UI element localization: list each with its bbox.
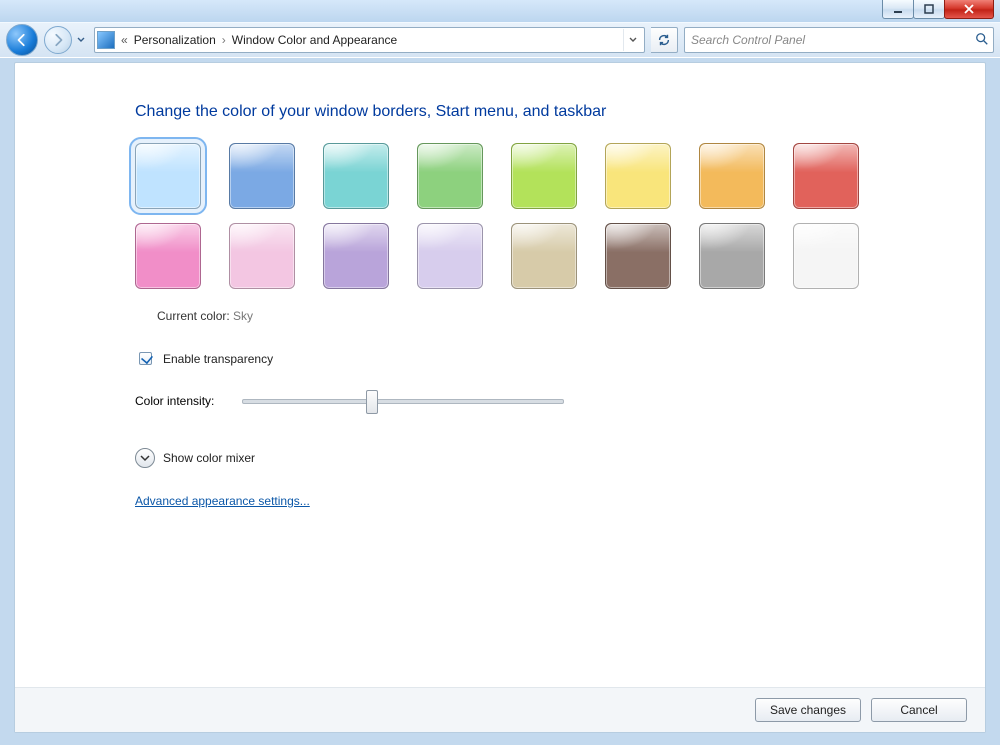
refresh-icon [657,33,671,47]
color-swatch-sky[interactable] [135,143,201,209]
swatch-row [135,223,985,289]
color-swatch-chocolate[interactable] [605,223,671,289]
mixer-label: Show color mixer [163,451,255,465]
maximize-icon [923,3,935,15]
color-swatch-lime[interactable] [511,143,577,209]
minimize-icon [892,3,904,15]
save-button[interactable]: Save changes [755,698,861,722]
maximize-button[interactable] [913,0,945,19]
transparency-row[interactable]: Enable transparency [135,349,985,368]
arrow-left-icon [15,33,29,47]
color-swatch-ruby[interactable] [793,143,859,209]
color-swatch-taupe[interactable] [511,223,577,289]
mixer-row[interactable]: Show color mixer [135,448,985,468]
expander-button[interactable] [135,448,155,468]
cancel-button[interactable]: Cancel [871,698,967,722]
control-panel-icon [97,31,115,49]
swatch-row [135,143,985,209]
close-button[interactable] [944,0,994,19]
color-swatch-fuchsia[interactable] [135,223,201,289]
color-swatch-grid [135,143,985,289]
color-swatch-violet[interactable] [323,223,389,289]
transparency-label: Enable transparency [163,352,273,366]
advanced-settings-link[interactable]: Advanced appearance settings... [135,494,310,508]
transparency-checkbox[interactable] [139,352,152,365]
breadcrumb-overflow-chevrons[interactable]: « [121,33,128,47]
search-box[interactable] [684,27,994,53]
chevron-down-icon [629,36,637,44]
titlebar [0,0,1000,22]
chevron-down-icon [77,36,85,44]
color-swatch-sea[interactable] [323,143,389,209]
breadcrumb-item[interactable]: Personalization [132,33,218,47]
panel-footer: Save changes Cancel [15,687,985,732]
caption-buttons [883,0,994,19]
content-area: Change the color of your window borders,… [0,58,1000,745]
address-dropdown[interactable] [623,29,642,51]
panel: Change the color of your window borders,… [14,62,986,733]
intensity-label: Color intensity: [135,394,214,408]
color-swatch-slate[interactable] [699,223,765,289]
slider-thumb[interactable] [366,390,378,414]
panel-body: Change the color of your window borders,… [15,63,985,687]
color-swatch-twilight[interactable] [229,143,295,209]
current-color-value: Sky [233,309,253,323]
chevron-down-icon [140,453,150,463]
color-swatch-lavender[interactable] [417,223,483,289]
breadcrumb-item[interactable]: Window Color and Appearance [230,33,399,47]
close-icon [963,3,975,15]
nav-history-dropdown[interactable] [74,25,88,55]
intensity-row: Color intensity: [135,394,985,408]
color-swatch-leaf[interactable] [417,143,483,209]
navbar: « Personalization › Window Color and App… [0,22,1000,58]
minimize-button[interactable] [882,0,914,19]
search-input[interactable] [689,32,975,48]
chevron-right-icon: › [222,33,226,47]
color-swatch-pumpkin[interactable] [699,143,765,209]
nav-forward-button[interactable] [44,26,72,54]
intensity-slider[interactable] [242,399,564,404]
color-swatch-sun[interactable] [605,143,671,209]
current-color-label: Current color: [157,309,230,323]
color-swatch-blush[interactable] [229,223,295,289]
page-heading: Change the color of your window borders,… [135,103,985,121]
current-color-line: Current color: Sky [157,309,985,323]
breadcrumb-bar[interactable]: « Personalization › Window Color and App… [94,27,645,53]
color-swatch-frost[interactable] [793,223,859,289]
nav-back-button[interactable] [6,24,38,56]
refresh-button[interactable] [651,27,678,53]
search-icon [975,32,989,49]
arrow-right-icon [51,33,65,47]
